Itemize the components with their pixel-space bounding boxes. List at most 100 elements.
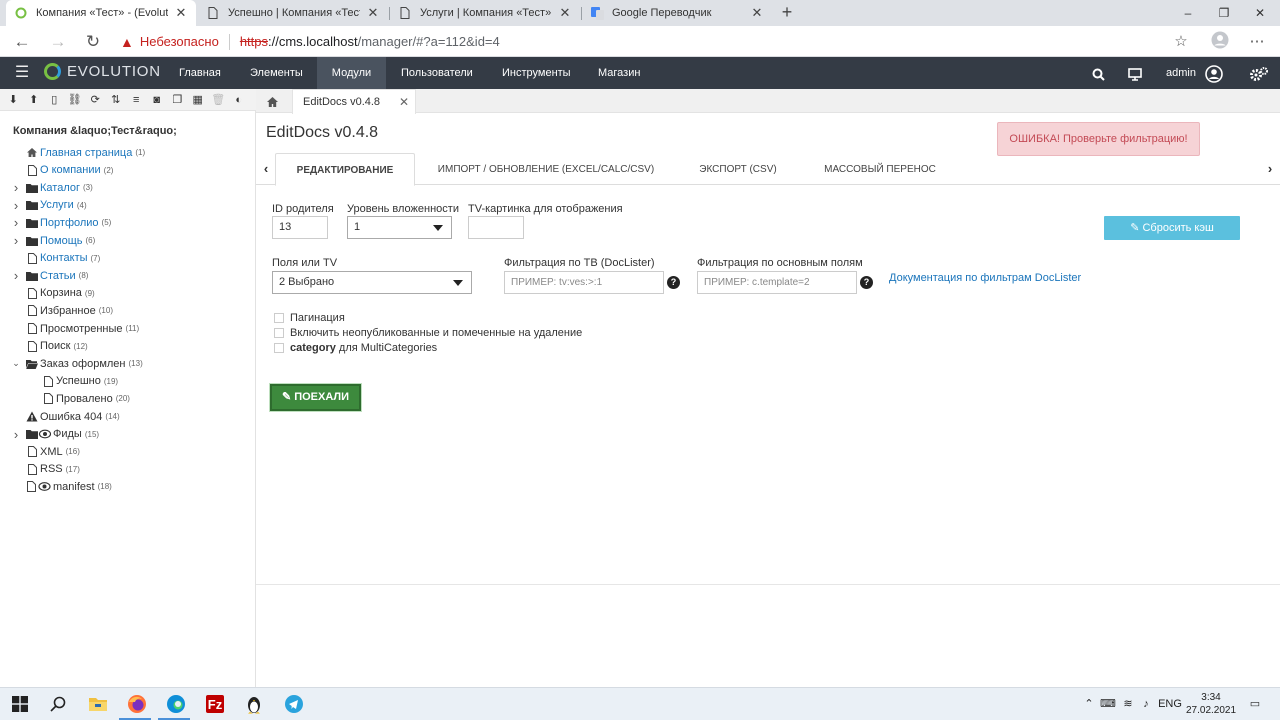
security-warning[interactable]: Небезопасно [140,34,219,49]
filezilla-icon[interactable]: Fz [203,692,227,716]
profile-avatar[interactable] [1209,31,1231,53]
tabs-scroll-right-icon[interactable]: › [1263,161,1277,177]
close-icon[interactable]: ✕ [750,5,764,21]
chevron-right-icon[interactable]: › [11,233,21,248]
tabs-scroll-left-icon[interactable]: ‹ [259,161,273,177]
collapse-tree-icon[interactable]: ⬆ [24,93,45,106]
back-arrow-icon[interactable]: ← [11,31,33,53]
close-icon[interactable]: ✕ [399,90,409,114]
sort-tree-icon[interactable]: ⇅ [106,93,127,106]
tab-editdocs[interactable]: EditDocs v0.4.8 ✕ [292,89,416,114]
browser-tab-3[interactable]: Услуги | Компания «Тест» ✕ [390,0,580,26]
tab-mass-move[interactable]: Массовый перенос [812,153,948,185]
chevron-right-icon[interactable]: › [11,180,21,195]
network-icon[interactable]: ≋ [1120,688,1136,720]
browser-tab-4[interactable]: Google Переводчик ✕ [582,0,772,26]
category-checkbox[interactable] [274,343,284,353]
tree-node[interactable]: › Помощь (6) [14,232,95,249]
camera-icon[interactable]: ◙ [147,94,168,106]
favorites-star-icon[interactable]: ☆ [1170,31,1192,53]
tree-root-label[interactable]: Компания &laquo;Тест&raquo; [13,125,177,137]
tab-export[interactable]: Экспорт (CSV) [688,153,788,185]
tree-node[interactable]: Контакты (7) [26,250,100,267]
tree-node[interactable]: Просмотренные (11) [26,320,139,337]
tree-node[interactable]: Корзина (9) [26,285,95,302]
depth-select[interactable]: 1 [347,216,452,239]
filter-main-input[interactable]: ПРИМЕР: c.template=2 [697,271,857,294]
evolution-logo[interactable]: EVOLUTION [44,63,161,80]
copy-icon[interactable]: ❐ [167,93,188,106]
expand-tree-icon[interactable]: ⬇ [3,93,24,106]
tree-node[interactable]: › Портфолио (5) [14,214,112,231]
help-icon[interactable]: ? [667,276,680,289]
tree-node[interactable]: Главная страница (1) [26,144,145,161]
notification-icon[interactable]: ▭ [1246,688,1264,720]
close-icon[interactable]: ✕ [558,5,572,21]
browser-tab-2[interactable]: Успешно | Компания «Тест» ✕ [198,0,388,26]
new-document-icon[interactable]: ▯ [44,93,65,106]
close-icon[interactable]: ✕ [366,5,380,21]
menu-store[interactable]: Магазин [586,57,652,89]
menu-users[interactable]: Пользователи [389,57,485,89]
tux-icon[interactable] [242,692,266,716]
tree-node[interactable]: › Услуги (4) [14,197,87,214]
tree-node[interactable]: Поиск (12) [26,338,88,355]
settings-gears-icon[interactable] [1246,57,1272,89]
menu-home[interactable]: Главная [167,57,233,89]
user-name[interactable]: admin [1162,57,1200,89]
grid-icon[interactable]: ▦ [188,93,209,106]
chevron-right-icon[interactable]: › [11,198,21,213]
filter-tv-input[interactable]: ПРИМЕР: tv:ves:>:1 [504,271,664,294]
tree-node[interactable]: RSS (17) [26,461,80,478]
unpublished-checkbox-row[interactable]: Включить неопубликованные и помеченные н… [274,326,582,340]
chevron-down-icon[interactable]: ⌄ [11,358,21,369]
volume-icon[interactable]: ♪ [1138,688,1154,720]
menu-elements[interactable]: Элементы [238,57,315,89]
menu-tools[interactable]: Инструменты [490,57,583,89]
window-close-button[interactable]: ✕ [1243,0,1277,26]
user-avatar-icon[interactable] [1203,57,1225,89]
url-field[interactable]: ▲ Небезопасно https ://cms.localhost /ma… [114,29,1204,54]
unpublished-checkbox[interactable] [274,328,284,338]
maximize-button[interactable]: ❐ [1207,0,1241,26]
clear-cache-button[interactable]: ✎ Сбросить кэш [1104,216,1240,240]
edge-icon[interactable] [164,692,188,716]
tree-node[interactable]: Ошибка 404 (14) [26,408,120,425]
help-icon[interactable]: ? [860,276,873,289]
tab-editing[interactable]: Редактирование [275,153,415,186]
contrast-icon[interactable]: ◐ [229,94,250,106]
minimize-button[interactable]: – [1171,0,1205,26]
category-checkbox-row[interactable]: category для MultiCategories [274,341,437,355]
chevron-right-icon[interactable]: › [11,268,21,283]
search-icon[interactable] [1087,57,1109,89]
hamburger-menu-icon[interactable]: ☰ [13,64,31,82]
chevron-right-icon[interactable]: › [11,427,21,442]
refresh-tree-icon[interactable]: ⟳ [85,93,106,106]
browser-menu-icon[interactable]: ⋯ [1246,31,1268,53]
telegram-icon[interactable] [282,692,306,716]
tree-node[interactable]: Провалено (20) [42,390,130,407]
tree-node[interactable]: › Статьи (8) [14,267,89,284]
clock[interactable]: 3:34 27.02.2021 [1186,691,1236,717]
usb-icon[interactable]: ⌨ [1100,688,1116,720]
menu-modules[interactable]: Модули [317,57,386,89]
new-tab-button[interactable]: + [777,2,797,24]
language-indicator[interactable]: ENG [1158,688,1182,720]
home-tab[interactable] [258,89,286,113]
docs-link[interactable]: Документация по фильтрам DocLister [889,272,1081,284]
tv-image-input[interactable] [468,216,524,239]
close-icon[interactable]: ✕ [174,5,188,21]
tree-node[interactable]: О компании (2) [26,162,113,179]
tree-node[interactable]: Избранное (10) [26,302,113,319]
reload-icon[interactable]: ↻ [82,31,104,53]
windows-start-icon[interactable] [8,692,32,716]
file-explorer-icon[interactable] [86,692,110,716]
trash-icon[interactable]: 🗑 [208,93,229,106]
tree-node[interactable]: › Каталог (3) [14,179,93,196]
fields-select[interactable]: 2 Выбрано [272,271,472,294]
new-weblink-icon[interactable]: ⛓ [65,93,86,106]
forward-arrow-icon[interactable]: → [47,31,69,53]
tree-node[interactable]: XML (16) [26,443,80,460]
go-button[interactable]: ✎ ПОЕХАЛИ [270,384,361,411]
chevron-right-icon[interactable]: › [11,215,21,230]
